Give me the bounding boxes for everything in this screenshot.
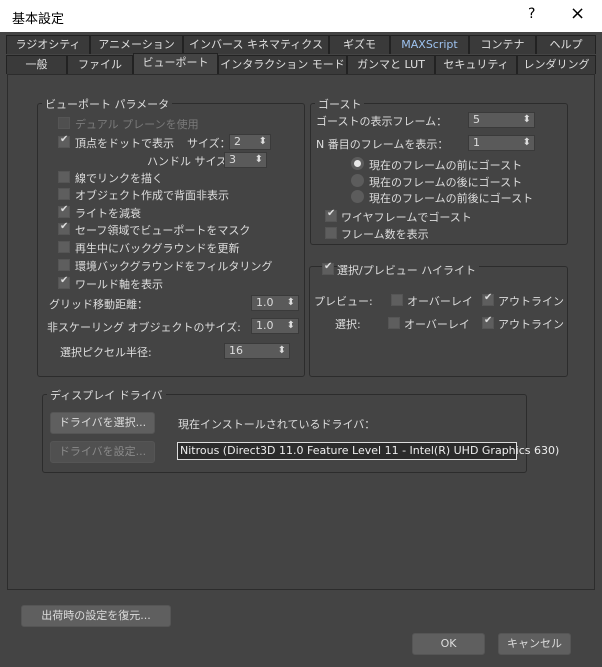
- configure-driver-button[interactable]: ドライバを設定...: [50, 441, 155, 463]
- nonscale-size-spinner[interactable]: 1.0: [251, 318, 299, 334]
- tab-rendering[interactable]: レンダリング: [517, 55, 596, 74]
- show-frame-number-checkbox[interactable]: [325, 227, 337, 239]
- update-bg-checkbox[interactable]: [58, 241, 70, 253]
- tab-container[interactable]: コンテナ: [469, 35, 536, 54]
- group-title: ビューポート パラメータ: [42, 96, 173, 112]
- backface-cull-checkbox[interactable]: [58, 188, 70, 200]
- ghost-after-label: 現在のフレームの後にゴースト: [369, 176, 523, 189]
- group-title: ディスプレイ ドライバ: [47, 387, 166, 403]
- nonscale-size-label: 非スケーリング オブジェクトのサイズ:: [47, 321, 241, 334]
- tab-interaction-mode[interactable]: インタラクション モード: [218, 55, 347, 74]
- tab-gamma-lut[interactable]: ガンマと LUT: [347, 55, 435, 74]
- ok-button[interactable]: OK: [412, 633, 485, 655]
- select-overlay-checkbox[interactable]: [388, 317, 400, 329]
- nth-frame-spinner[interactable]: 1: [468, 135, 535, 151]
- preview-overlay-checkbox[interactable]: [391, 294, 403, 306]
- vertex-dots-label: 頂点をドットで表示: [75, 137, 174, 150]
- world-axis-label: ワールド軸を表示: [75, 278, 163, 291]
- mask-safe-checkbox[interactable]: [58, 221, 70, 235]
- preview-outline-label: アウトライン: [498, 295, 564, 308]
- help-button[interactable]: ?: [528, 6, 535, 22]
- draw-links-label: 線でリンクを描く: [75, 172, 163, 185]
- preview-overlay-label: オーバーレイ: [407, 295, 473, 308]
- size-label: サイズ：: [187, 137, 231, 150]
- highlight-checkbox[interactable]: [322, 261, 334, 275]
- window-title: 基本設定: [12, 12, 65, 27]
- tab-viewports[interactable]: ビューポート: [133, 53, 218, 75]
- ghost-wireframe-checkbox[interactable]: [325, 208, 337, 222]
- grid-nudge-spinner[interactable]: 1.0: [251, 295, 299, 311]
- backface-cull-label: オブジェクト作成で背面非表示: [75, 189, 229, 202]
- ghost-before-radio[interactable]: [351, 157, 364, 170]
- vertex-dots-checkbox[interactable]: [58, 134, 70, 148]
- update-bg-label: 再生中にバックグラウンドを更新: [75, 242, 240, 255]
- ghost-after-radio[interactable]: [351, 174, 364, 187]
- ghost-frames-spinner[interactable]: 5: [468, 112, 535, 128]
- nth-frame-label: N 番目のフレームを表示：: [316, 138, 449, 151]
- pick-radius-label: 選択ピクセル半径:: [60, 346, 152, 359]
- mask-safe-label: セーフ領域でビューポートをマスク: [75, 224, 251, 237]
- close-button[interactable]: ×: [570, 3, 585, 24]
- filter-bg-label: 環境バックグラウンドをフィルタリング: [75, 260, 273, 273]
- select-outline-label: アウトライン: [498, 318, 564, 331]
- tab-maxscript[interactable]: MAXScript: [390, 35, 469, 54]
- tab-files[interactable]: ファイル: [67, 55, 133, 74]
- tab-gizmo[interactable]: ギズモ: [329, 35, 390, 54]
- ghost-frames-label: ゴーストの表示フレーム：: [316, 115, 448, 128]
- revert-defaults-button[interactable]: 出荷時の設定を復元...: [21, 605, 171, 627]
- ghost-before-label: 現在のフレームの前にゴースト: [369, 159, 523, 172]
- show-frame-number-label: フレーム数を表示: [341, 228, 429, 241]
- dual-plane-label: デュアル プレーンを使用: [75, 118, 199, 131]
- tab-ik[interactable]: インバース キネマティクス: [183, 35, 329, 54]
- ghost-both-label: 現在のフレームの前後にゴースト: [369, 192, 534, 205]
- tab-general[interactable]: 一般: [6, 55, 67, 74]
- draw-links-checkbox[interactable]: [58, 171, 70, 183]
- ghost-both-radio[interactable]: [351, 190, 364, 203]
- choose-driver-button[interactable]: ドライバを選択...: [50, 412, 155, 434]
- preview-outline-checkbox[interactable]: [482, 292, 494, 306]
- installed-driver-field: Nitrous (Direct3D 11.0 Feature Level 11 …: [177, 442, 559, 460]
- tab-animation[interactable]: アニメーション: [90, 35, 183, 54]
- attenuate-lights-checkbox[interactable]: [58, 204, 70, 218]
- size-spinner[interactable]: 2: [229, 134, 271, 150]
- world-axis-checkbox[interactable]: [58, 275, 70, 289]
- grid-nudge-label: グリッド移動距離：: [49, 298, 148, 311]
- tab-security[interactable]: セキュリティ: [435, 55, 517, 74]
- handle-size-spinner[interactable]: 3: [224, 152, 267, 168]
- preview-label: プレビュー:: [314, 295, 373, 308]
- highlight-title: 選択/プレビュー ハイライト: [337, 262, 479, 278]
- title-bar: 基本設定 ? ×: [0, 0, 602, 32]
- ghost-wireframe-label: ワイヤフレームでゴースト: [341, 211, 472, 224]
- cancel-button[interactable]: キャンセル: [498, 633, 571, 655]
- tab-help[interactable]: ヘルプ: [536, 35, 596, 54]
- select-outline-checkbox[interactable]: [482, 315, 494, 329]
- select-label: 選択:: [335, 318, 361, 331]
- select-overlay-label: オーバーレイ: [404, 318, 470, 331]
- group-title: ゴースト: [315, 96, 365, 112]
- dual-plane-checkbox[interactable]: [58, 117, 70, 129]
- attenuate-lights-label: ライトを減衰: [75, 207, 141, 220]
- filter-bg-checkbox[interactable]: [58, 259, 70, 271]
- pick-radius-spinner[interactable]: 16: [224, 343, 290, 359]
- installed-driver-label: 現在インストールされているドライバ：: [178, 418, 376, 431]
- tab-radiosity[interactable]: ラジオシティ: [6, 35, 90, 54]
